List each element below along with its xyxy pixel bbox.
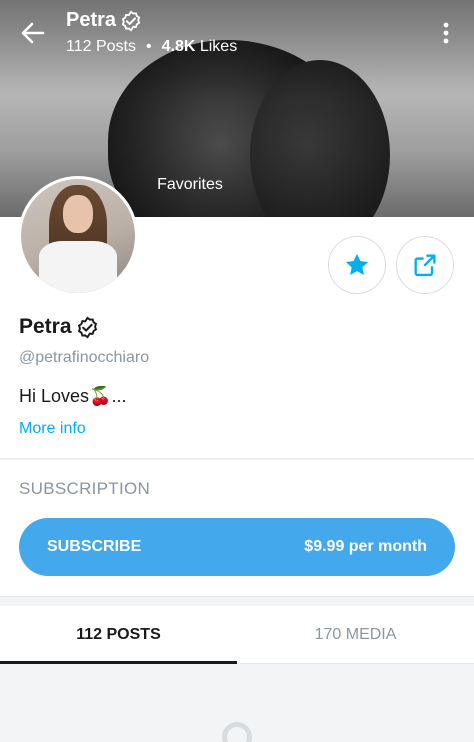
tab-posts[interactable]: 112 POSTS: [0, 607, 237, 663]
avatar-photo: [21, 179, 135, 293]
likes-stat: 4.8K Likes: [162, 38, 238, 56]
favorites-label[interactable]: Favorites: [140, 176, 240, 194]
tab-media[interactable]: 170 MEDIA: [237, 607, 474, 663]
subscribe-button-label: SUBSCRIBE: [47, 538, 142, 555]
verified-badge-icon: [77, 316, 97, 338]
profile-title: Petra: [19, 315, 99, 339]
section-divider: [0, 458, 474, 460]
avatar-photo-shape: [39, 241, 117, 293]
profile-handle: @petrafinocchiaro: [19, 349, 150, 366]
favorite-button[interactable]: [328, 236, 386, 294]
star-icon: [345, 253, 369, 276]
profile-name: Petra: [19, 315, 72, 338]
stats-separator: •: [145, 38, 152, 55]
more-info-link[interactable]: More info: [19, 420, 86, 438]
header-title: Petra: [66, 9, 142, 32]
section-gap: [0, 596, 474, 606]
posts-stat: 112 Posts: [66, 38, 136, 56]
header-stats: 112 Posts • 4.8K Likes: [66, 38, 237, 56]
avatar[interactable]: [18, 176, 138, 296]
posts-label: Posts: [95, 38, 136, 55]
subscribe-price: $9.99 per month: [304, 538, 427, 555]
more-vertical-icon[interactable]: [434, 20, 458, 46]
likes-label: Likes: [199, 38, 238, 55]
posts-count: 112: [66, 38, 92, 55]
subscribe-button[interactable]: SUBSCRIBE $9.99 per month: [19, 518, 455, 576]
likes-count: 4.8K: [161, 38, 196, 55]
verified-badge-icon: [121, 10, 141, 31]
avatar-photo-shape: [63, 195, 93, 233]
subscription-section-title: SUBSCRIPTION: [19, 479, 151, 498]
header-name: Petra: [66, 9, 117, 31]
profile-bio: Hi Loves🍒...: [19, 386, 127, 406]
back-arrow-icon[interactable]: [18, 18, 48, 48]
share-button[interactable]: [396, 236, 454, 294]
share-icon: [414, 254, 436, 277]
